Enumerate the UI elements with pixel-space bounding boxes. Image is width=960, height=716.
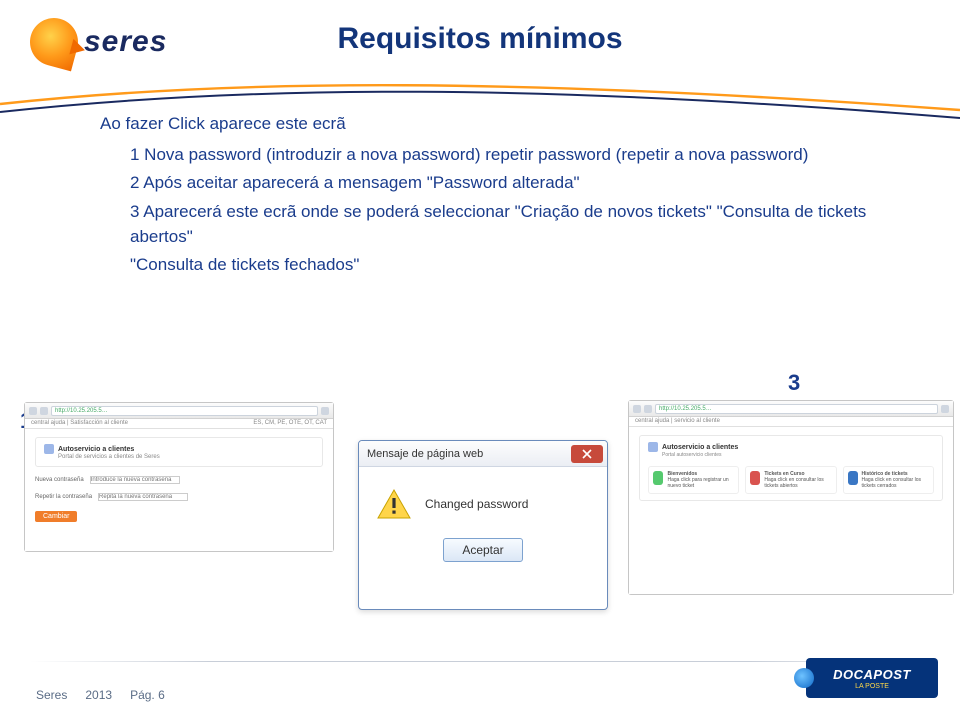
fwd-icon xyxy=(40,407,48,415)
dialog-box: Mensaje de página web Changed password A… xyxy=(358,440,608,610)
repeat-password-input xyxy=(98,493,188,501)
card-sub: Portal de servicios a clientes de Seres xyxy=(58,454,314,460)
reload-icon xyxy=(941,405,949,413)
tab-label: central ajuda | servicio al cliente xyxy=(635,418,720,425)
step-3a: 3 Aparecerá este ecrã onde se poderá sel… xyxy=(130,200,900,249)
docapost-sub: LA POSTE xyxy=(855,683,889,690)
reload-icon xyxy=(321,407,329,415)
close-icon xyxy=(571,445,603,463)
welcome-icon xyxy=(653,471,663,485)
tile-open-tickets: Tickets en CursoHaga click en consultar … xyxy=(745,466,836,494)
dialog-message: Changed password xyxy=(425,497,528,511)
step-3b: "Consulta de tickets fechados" xyxy=(130,253,900,278)
dialog-title: Mensaje de página web xyxy=(367,448,483,460)
divider xyxy=(30,661,930,662)
tab-label: central ajuda | Satisfacción al cliente xyxy=(31,420,128,427)
tile-history: Histórico de ticketsHaga click en consul… xyxy=(843,466,934,494)
lead-text: Ao fazer Click aparece este ecrã xyxy=(100,112,900,137)
back-icon xyxy=(29,407,37,415)
service-icon xyxy=(648,442,658,452)
step-1: 1 Nova password (introduzir a nova passw… xyxy=(130,143,900,168)
step-2: 2 Após aceitar aparecerá a mensagem "Pas… xyxy=(130,171,900,196)
footer-page: Pág. 6 xyxy=(130,688,165,702)
form-label: Repetir la contraseña xyxy=(35,494,92,500)
change-button: Cambiar xyxy=(35,511,77,522)
body-text: Ao fazer Click aparece este ecrã 1 Nova … xyxy=(100,112,900,282)
tile-sub: Haga click para registrar un nuevo ticke… xyxy=(667,477,734,489)
tile-sub: Haga click en consultar los tickets cerr… xyxy=(862,477,929,489)
tile-sub: Haga click en consultar los tickets abie… xyxy=(764,477,831,489)
slide-footer: Seres 2013 Pág. 6 xyxy=(36,688,165,702)
warning-icon xyxy=(377,489,411,519)
page-title: Requisitos mínimos xyxy=(0,22,960,56)
new-password-input xyxy=(90,476,180,484)
card-title: Autoservicio a clientes xyxy=(58,446,134,453)
card-sub: Portal autoservicio clientes xyxy=(662,452,934,458)
fwd-icon xyxy=(644,405,652,413)
address-bar: http://10.25.205.5… xyxy=(51,406,318,416)
screenshot-1: http://10.25.205.5… central ajuda | Sati… xyxy=(24,402,334,552)
address-bar: http://10.25.205.5… xyxy=(655,404,938,414)
card-title: Autoservicio a clientes xyxy=(662,444,738,451)
screenshot-3: http://10.25.205.5… central ajuda | serv… xyxy=(628,400,954,595)
back-icon xyxy=(633,405,641,413)
tile-welcome: BienvenidosHaga click para registrar un … xyxy=(648,466,739,494)
open-icon xyxy=(750,471,760,485)
locale-label: ES, CM, PE, OTE, OT, CAT xyxy=(253,420,327,427)
footer-company: Seres xyxy=(36,688,67,702)
service-icon xyxy=(44,444,54,454)
marker-3: 3 xyxy=(788,370,800,396)
ok-button: Aceptar xyxy=(443,538,522,562)
form-label: Nueva contraseña xyxy=(35,477,84,483)
footer-year: 2013 xyxy=(85,688,112,702)
history-icon xyxy=(848,471,858,485)
docapost-brand: DOCAPOST xyxy=(833,667,911,682)
docapost-logo: DOCAPOST LA POSTE xyxy=(806,658,938,698)
